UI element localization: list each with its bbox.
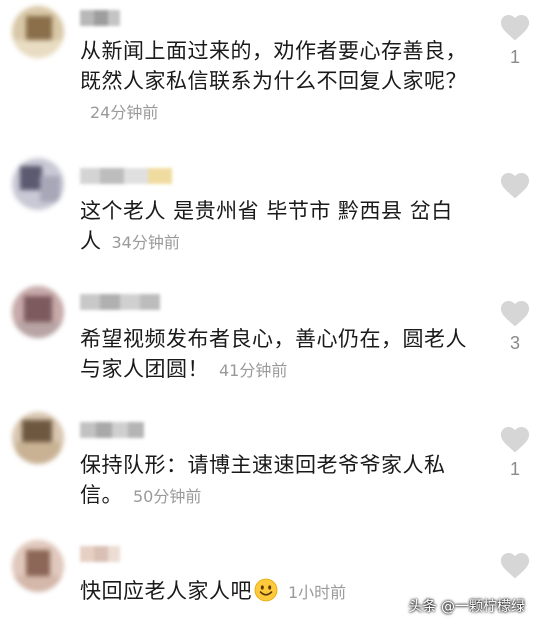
avatar[interactable] [12, 6, 64, 58]
like-count: 3 [509, 333, 520, 353]
avatar[interactable] [12, 158, 64, 210]
avatar[interactable] [12, 540, 64, 592]
comment-text: 这个老人 是贵州省 毕节市 黔西县 岔白人 34分钟前 [80, 196, 470, 258]
username-blurred[interactable] [80, 546, 120, 562]
smiling-face-emoji [254, 578, 278, 602]
username-blurred[interactable] [80, 10, 120, 26]
comment-text: 希望视频发布者良心，善心仍在，圆老人与家人团圆！ 41分钟前 [80, 324, 470, 386]
like-count: 1 [509, 459, 520, 479]
username-blurred[interactable] [80, 294, 160, 310]
heart-icon [500, 552, 530, 579]
heart-icon [500, 426, 530, 453]
heart-icon [500, 300, 530, 327]
comment-text: 保持队形：请博主速速回老爷爷家人私信。 50分钟前 [80, 450, 470, 512]
like-button[interactable]: 3 [498, 300, 532, 354]
like-button[interactable]: 1 [498, 14, 532, 68]
comment-time: 34分钟前 [111, 233, 180, 252]
username-blurred[interactable] [80, 422, 144, 438]
watermark: 头条 @一颗柠檬绿 [408, 599, 525, 615]
avatar[interactable] [12, 412, 64, 464]
comment-time: 41分钟前 [219, 361, 288, 380]
avatar[interactable] [12, 286, 64, 338]
comment-time: 50分钟前 [133, 487, 202, 506]
comment-time: 1小时前 [288, 583, 347, 602]
username-blurred[interactable] [80, 168, 172, 184]
comment-time: 24分钟前 [90, 103, 159, 122]
like-button[interactable] [498, 172, 532, 205]
comment-text: 从新闻上面过来的，劝作者要心存善良，既然人家私信联系为什么不回复人家呢？ 24分钟… [80, 36, 470, 128]
like-count: 1 [509, 47, 520, 67]
like-button[interactable]: 1 [498, 426, 532, 480]
heart-icon [500, 172, 530, 199]
heart-icon [500, 14, 530, 41]
like-button[interactable] [498, 552, 532, 585]
comment-body: 快回应老人家人吧 [80, 579, 252, 603]
comment-body: 从新闻上面过来的，劝作者要心存善良，既然人家私信联系为什么不回复人家呢？ [80, 39, 467, 93]
